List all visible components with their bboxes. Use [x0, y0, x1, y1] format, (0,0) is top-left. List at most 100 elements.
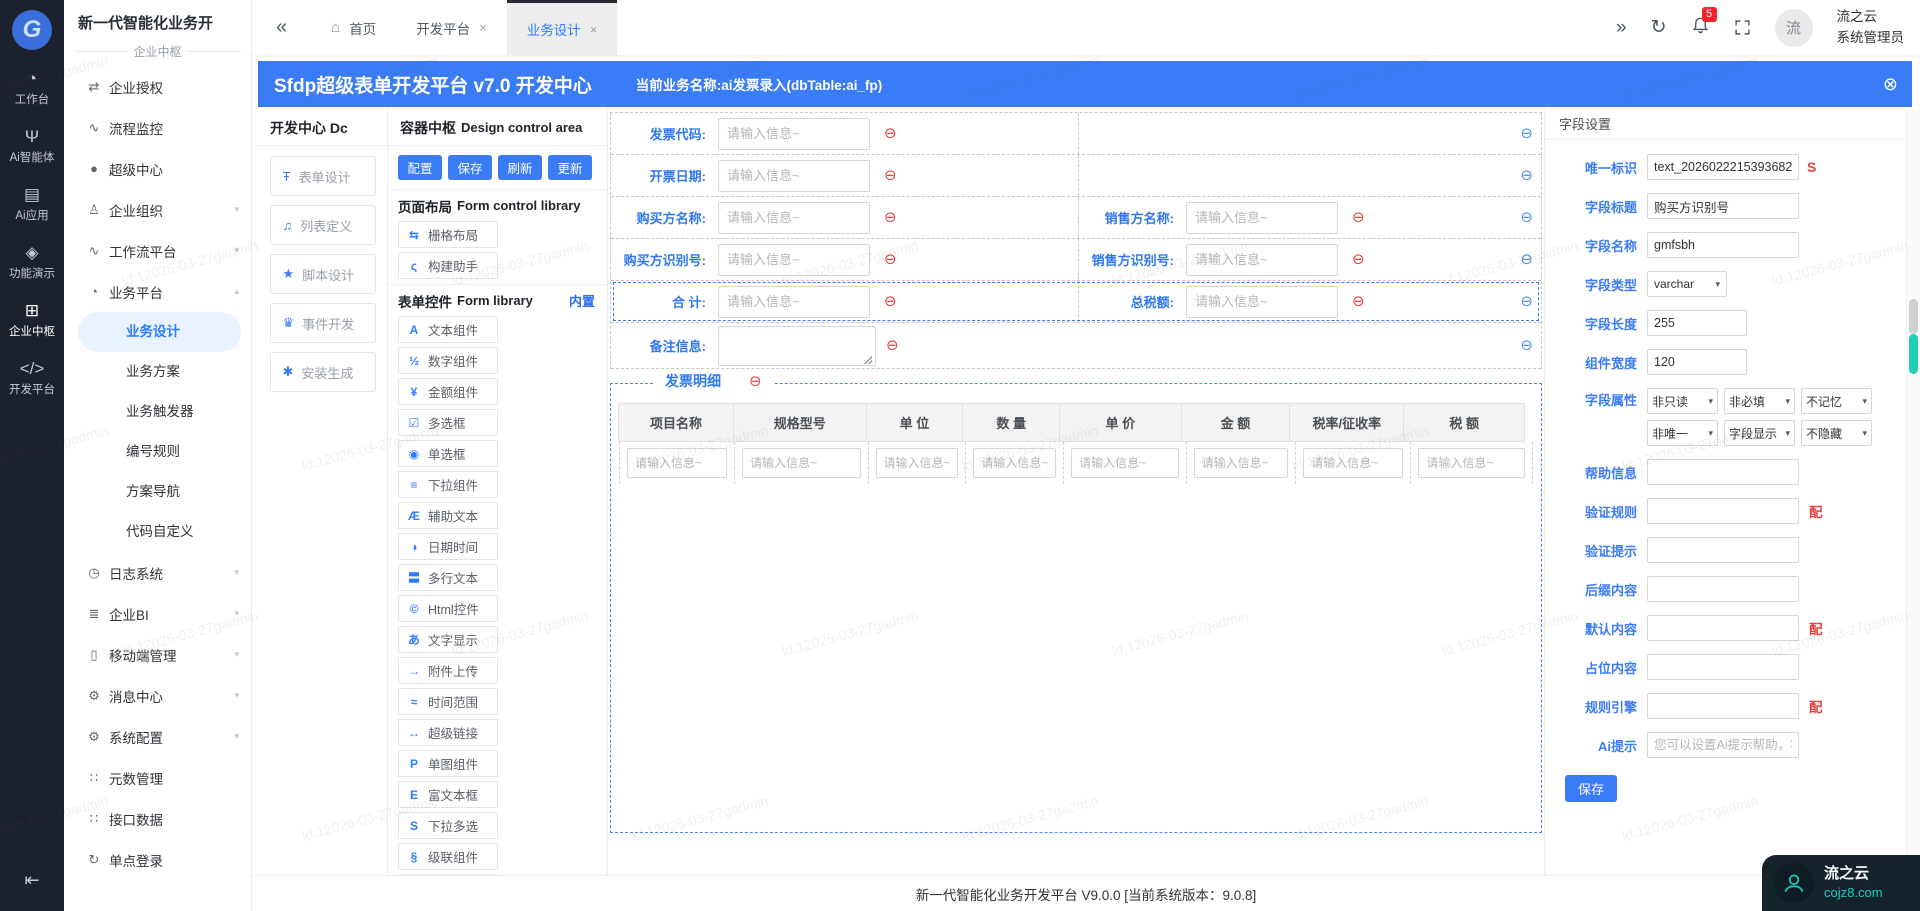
sidebar-collapse-icon[interactable]: ⇤ [24, 870, 39, 891]
sidebar-item-custom-code[interactable]: 代码自定义 [64, 512, 251, 552]
remove-row-icon[interactable]: ⊖ [1520, 168, 1533, 183]
remove-field-icon[interactable]: ⊖ [1352, 210, 1365, 225]
component-radio-button[interactable]: ◉单选框 [398, 440, 498, 467]
remark-textarea[interactable] [718, 326, 876, 366]
toolbar-config-button[interactable]: 配置 [398, 155, 442, 180]
validate-tip-input[interactable] [1647, 537, 1799, 563]
sidebar-item-api-data[interactable]: ∷接口数据 [64, 798, 251, 839]
component-attachment-upload-button[interactable]: →附件上传 [398, 657, 498, 684]
component-single-image-button[interactable]: P单图组件 [398, 750, 498, 777]
remove-field-icon[interactable]: ⊖ [1352, 294, 1365, 309]
tab-business-design[interactable]: 业务设计× [507, 0, 618, 55]
component-text-display-button[interactable]: あ文字显示 [398, 626, 498, 653]
sidebar-item-log-system[interactable]: ◷日志系统▾ [64, 552, 251, 593]
attr-select[interactable]: 字段显示▾ [1724, 420, 1795, 446]
toolbar-refresh-button[interactable]: 刷新 [498, 155, 542, 180]
scrollbar-thumb-active[interactable] [1909, 334, 1918, 374]
sidebar-item-enterprise-org[interactable]: ♙企业组织▾ [64, 189, 251, 230]
component-html-button[interactable]: ©Html控件 [398, 595, 498, 622]
remove-field-icon[interactable]: ⊖ [884, 294, 897, 309]
notification-bell[interactable]: 5 [1691, 16, 1710, 40]
chat-widget[interactable]: 流之云 cojz8.com [1762, 855, 1920, 911]
comp-width-input[interactable] [1647, 349, 1747, 375]
component-checkbox-button[interactable]: ☑多选框 [398, 409, 498, 436]
component-time-range-button[interactable]: ≈时间范围 [398, 688, 498, 715]
rail-item-enterprise-hub[interactable]: ⊞企业中枢 [9, 302, 55, 339]
sidebar-item-super-center[interactable]: ●超级中心 [64, 148, 251, 189]
devcenter-form-design-button[interactable]: Ŧ表单设计 [270, 156, 376, 196]
sidebar-item-numbering-rule[interactable]: 编号规则 [64, 432, 251, 472]
app-logo[interactable]: G [12, 10, 52, 50]
sidebar-item-mobile-manage[interactable]: ▯移动端管理▾ [64, 634, 251, 675]
refresh-icon[interactable]: ↻ [1651, 18, 1667, 37]
remove-row-icon[interactable]: ⊖ [1520, 294, 1533, 309]
component-assist-text-button[interactable]: Æ辅助文本 [398, 502, 498, 529]
rail-item-ai-agent[interactable]: ΨAi智能体 [9, 128, 55, 165]
close-tab-icon[interactable]: × [590, 22, 598, 37]
detail-input[interactable] [876, 448, 959, 478]
field-title-input[interactable] [1647, 193, 1799, 219]
total-tax-input[interactable] [1186, 286, 1338, 318]
toolbar-save-button[interactable]: 保存 [448, 155, 492, 180]
component-grid-layout-button[interactable]: ⇆栅格布局 [398, 221, 498, 248]
fullscreen-icon[interactable] [1734, 19, 1751, 36]
component-datetime-button[interactable]: ◑日期时间 [398, 533, 498, 560]
validate-rule-input[interactable] [1647, 498, 1799, 524]
devcenter-list-define-button[interactable]: ♫列表定义 [270, 205, 376, 245]
field-type-select[interactable]: varchar▾ [1647, 271, 1727, 297]
detail-input[interactable] [1071, 448, 1178, 478]
remove-field-icon[interactable]: ⊖ [886, 338, 899, 353]
ai-tip-input[interactable] [1647, 732, 1799, 758]
remove-row-icon[interactable]: ⊖ [1520, 210, 1533, 225]
user-info[interactable]: 流之云 系统管理员 [1837, 7, 1905, 48]
tab-home[interactable]: ⌂首页 [311, 0, 396, 55]
toolbar-update-button[interactable]: 更新 [548, 155, 592, 180]
seller-name-input[interactable] [1186, 202, 1338, 234]
component-richtext-button[interactable]: E富文本框 [398, 781, 498, 808]
seller-taxno-input[interactable] [1186, 244, 1338, 276]
attr-select[interactable]: 不隐藏▾ [1801, 420, 1872, 446]
avatar[interactable]: 流 [1775, 9, 1813, 47]
buyer-name-input[interactable] [718, 202, 870, 234]
component-dropdown-multi-button[interactable]: S下拉多选 [398, 812, 498, 839]
component-hyperlink-button[interactable]: ↔超级链接 [398, 719, 498, 746]
field-length-input[interactable] [1647, 310, 1747, 336]
help-info-input[interactable] [1647, 459, 1799, 485]
rail-item-dev-platform[interactable]: </>开发平台 [9, 360, 55, 397]
detail-input[interactable] [1194, 448, 1289, 478]
save-button[interactable]: 保存 [1565, 775, 1617, 802]
rail-item-feature-demo[interactable]: ◈功能演示 [9, 244, 55, 281]
detail-input[interactable] [1418, 448, 1525, 478]
placeholder-content-input[interactable] [1647, 654, 1799, 680]
suffix-content-input[interactable] [1647, 576, 1799, 602]
configure-link[interactable]: 配 [1809, 501, 1823, 521]
configure-link[interactable]: 配 [1809, 696, 1823, 716]
invoice-code-input[interactable] [718, 118, 870, 150]
component-number-button[interactable]: ½数字组件 [398, 347, 498, 374]
component-multiline-button[interactable]: 〓多行文本 [398, 564, 498, 591]
tabs-collapse-icon[interactable]: « [252, 16, 311, 39]
field-name-input[interactable] [1647, 232, 1799, 258]
sidebar-item-business-design[interactable]: 业务设计 [78, 312, 241, 352]
detail-input[interactable] [627, 448, 727, 478]
unique-id-input[interactable] [1647, 154, 1799, 180]
sidebar-item-business-platform[interactable]: ◔业务平台▴ [64, 271, 251, 312]
scrollbar-thumb[interactable] [1909, 299, 1918, 334]
remove-field-icon[interactable]: ⊖ [884, 252, 897, 267]
close-tab-icon[interactable]: × [479, 20, 487, 35]
rail-item-ai-app[interactable]: ▤Ai应用 [9, 186, 55, 223]
invoice-date-input[interactable] [718, 160, 870, 192]
sidebar-item-enterprise-auth[interactable]: ⇄企业授权 [64, 66, 251, 107]
sidebar-item-message-center[interactable]: ⚙消息中心▾ [64, 675, 251, 716]
default-content-input[interactable] [1647, 615, 1799, 641]
expand-right-icon[interactable]: » [1616, 18, 1627, 37]
component-text-button[interactable]: A文本组件 [398, 316, 498, 343]
devcenter-event-dev-button[interactable]: ♛事件开发 [270, 303, 376, 343]
devcenter-script-design-button[interactable]: ★脚本设计 [270, 254, 376, 294]
sidebar-item-system-config[interactable]: ⚙系统配置▾ [64, 716, 251, 757]
configure-link[interactable]: 配 [1809, 618, 1823, 638]
rule-engine-input[interactable] [1647, 693, 1799, 719]
component-amount-button[interactable]: ¥金额组件 [398, 378, 498, 405]
sidebar-item-enterprise-bi[interactable]: ≣企业BI▾ [64, 593, 251, 634]
close-designer-icon[interactable]: ⊗ [1883, 74, 1898, 95]
